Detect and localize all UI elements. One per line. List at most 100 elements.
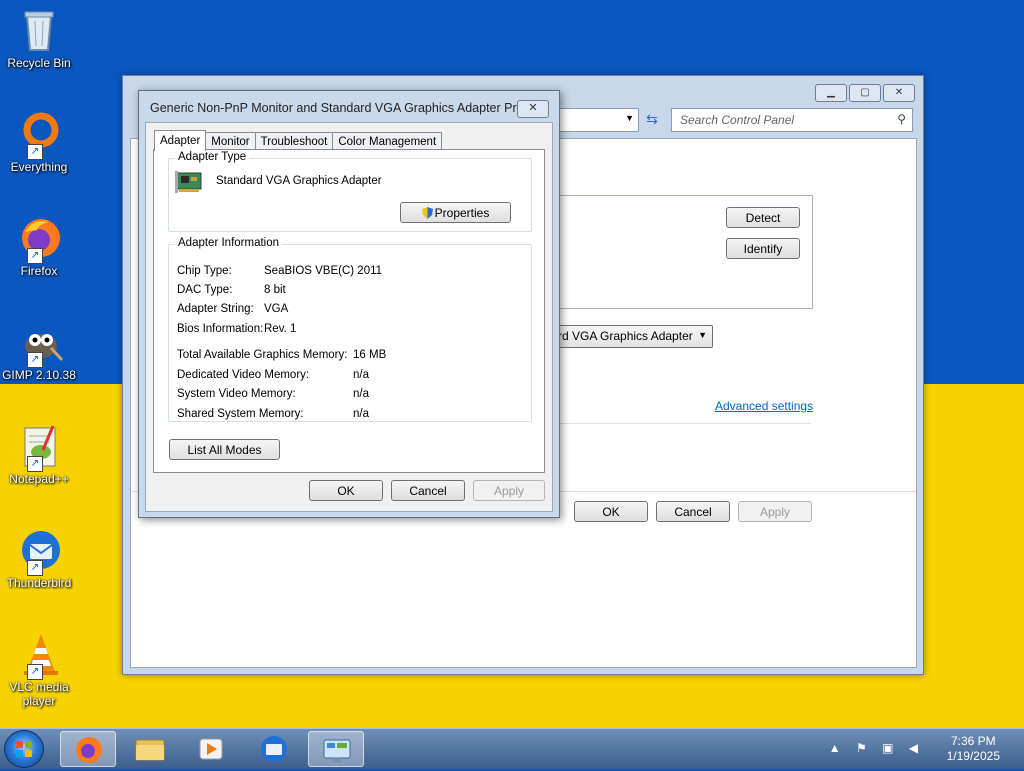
dialog-body: Adapter Monitor Troubleshoot Color Manag… — [145, 122, 553, 512]
memory-value: n/a — [353, 408, 369, 420]
notepad-plus-plus-icon: ↗ — [15, 422, 63, 472]
desktop-icon-label: Thunderbird — [6, 576, 72, 590]
info-value: 8 bit — [264, 284, 286, 296]
search-placeholder: Search Control Panel — [680, 113, 795, 127]
shortcut-arrow-icon: ↗ — [27, 456, 43, 472]
properties-button[interactable]: Properties — [400, 202, 511, 223]
search-input[interactable]: Search Control Panel ⚲ — [671, 108, 913, 132]
clock[interactable]: 7:36 PM 1/19/2025 — [947, 734, 1000, 764]
apply-button[interactable]: Apply — [738, 501, 812, 522]
memory-value: n/a — [353, 388, 369, 400]
show-hidden-icons-icon[interactable]: ▲ — [829, 741, 847, 755]
shortcut-arrow-icon: ↗ — [27, 560, 43, 576]
chevron-down-icon: ▼ — [698, 330, 707, 340]
dialog-close-button[interactable]: ✕ — [517, 100, 549, 118]
clock-time: 7:36 PM — [950, 734, 996, 748]
desktop-icon-everything[interactable]: ↗ Everything — [2, 110, 76, 174]
taskbar-firefox[interactable] — [60, 731, 116, 767]
info-value: SeaBIOS VBE(C) 2011 — [264, 265, 383, 277]
adapter-name: Standard VGA Graphics Adapter — [216, 175, 382, 187]
list-all-modes-button[interactable]: List All Modes — [169, 439, 280, 460]
memory-label: Dedicated Video Memory: — [177, 369, 310, 381]
action-center-icon[interactable]: ⚑ — [856, 741, 873, 755]
detect-button[interactable]: Detect — [726, 207, 800, 228]
taskbar-thunderbird[interactable] — [246, 731, 302, 767]
memory-label: System Video Memory: — [177, 388, 296, 400]
display-select[interactable]: rd VGA Graphics Adapter ▼ — [551, 325, 713, 348]
gimp-icon: ↗ — [15, 318, 64, 368]
desktop-icon-label: GIMP 2.10.38 — [2, 368, 76, 382]
clock-date: 1/19/2025 — [946, 749, 1000, 763]
network-icon[interactable]: ▣ — [882, 741, 899, 755]
ok-button[interactable]: OK — [574, 501, 648, 522]
graphics-card-icon — [175, 169, 205, 195]
shortcut-arrow-icon: ↗ — [27, 248, 43, 264]
thunderbird-icon: ↗ — [15, 526, 63, 576]
start-button[interactable] — [4, 730, 44, 768]
cancel-button[interactable]: Cancel — [656, 501, 730, 522]
info-label: Chip Type: — [177, 265, 232, 277]
memory-label: Total Available Graphics Memory: — [177, 349, 348, 361]
minimize-button[interactable]: ▁ — [815, 84, 847, 102]
adapter-tab-pane: Adapter Type Standard VGA Graphics Adapt… — [153, 149, 545, 473]
divider — [551, 423, 811, 424]
memory-label: Shared System Memory: — [177, 408, 304, 420]
taskbar: ▲ ⚑ ▣ ◀ 7:36 PM 1/19/2025 — [0, 728, 1024, 769]
info-value: Rev. 1 — [264, 323, 297, 335]
desktop-icon-label: Recycle Bin — [7, 56, 71, 70]
desktop-icon-vlc[interactable]: ↗ VLC media player — [2, 630, 76, 708]
adapter-information-legend: Adapter Information — [175, 237, 283, 249]
memory-value: n/a — [353, 369, 369, 381]
tab-adapter[interactable]: Adapter — [154, 130, 207, 151]
chevron-down-icon[interactable]: ▼ — [625, 113, 634, 123]
recycle-bin-icon — [15, 6, 63, 54]
display-settings-icon — [323, 739, 351, 762]
desktop-icon-thunderbird[interactable]: ↗ Thunderbird — [2, 526, 76, 590]
desktop-icon-notepadpp[interactable]: ↗ Notepad++ — [2, 422, 76, 486]
desktop-icon-gimp[interactable]: ↗ GIMP 2.10.38 — [2, 318, 76, 382]
shortcut-arrow-icon: ↗ — [27, 352, 43, 368]
media-player-icon — [199, 738, 223, 760]
info-label: DAC Type: — [177, 284, 233, 296]
dialog-cancel-button[interactable]: Cancel — [391, 480, 465, 501]
system-tray: ▲ ⚑ ▣ ◀ — [829, 741, 924, 755]
volume-icon[interactable]: ◀ — [909, 741, 924, 755]
folder-icon — [135, 739, 165, 761]
refresh-icon[interactable]: ⇆ — [641, 108, 663, 130]
firefox-icon: ↗ — [15, 214, 63, 264]
desktop-icon-label: VLC media player — [9, 680, 69, 708]
identify-button[interactable]: Identify — [726, 238, 800, 259]
memory-value: 16 MB — [353, 349, 387, 361]
maximize-button[interactable]: ▢ — [849, 84, 881, 102]
vlc-cone-icon: ↗ — [15, 630, 63, 680]
dialog-apply-button[interactable]: Apply — [473, 480, 545, 501]
tab-strip: Adapter Monitor Troubleshoot Color Manag… — [154, 130, 443, 151]
properties-label: Properties — [434, 206, 490, 220]
display-select-value: rd VGA Graphics Adapter — [558, 329, 693, 343]
shield-icon — [421, 205, 433, 219]
dialog-ok-button[interactable]: OK — [309, 480, 383, 501]
taskbar-control-panel[interactable] — [308, 731, 364, 767]
windows-logo-icon — [16, 741, 32, 757]
desktop-icon-label: Everything — [10, 160, 68, 174]
desktop-icon-firefox[interactable]: ↗ Firefox — [2, 214, 76, 278]
taskbar-file-explorer[interactable] — [122, 731, 178, 767]
adapter-properties-dialog: Generic Non-PnP Monitor and Standard VGA… — [138, 90, 560, 518]
info-label: Adapter String: — [177, 303, 254, 315]
adapter-information-group: Adapter Information Chip Type: SeaBIOS V… — [168, 237, 532, 422]
dialog-title: Generic Non-PnP Monitor and Standard VGA… — [150, 101, 535, 115]
shortcut-arrow-icon: ↗ — [27, 144, 43, 160]
info-value: VGA — [264, 303, 289, 315]
thunderbird-icon — [261, 736, 287, 762]
close-button[interactable]: ✕ — [883, 84, 915, 102]
search-icon: ⚲ — [897, 112, 906, 126]
desktop-icon-recycle-bin[interactable]: Recycle Bin — [2, 6, 76, 70]
adapter-type-group: Adapter Type Standard VGA Graphics Adapt… — [168, 151, 532, 232]
advanced-settings-link[interactable]: Advanced settings — [715, 399, 813, 413]
desktop-icon-label: Firefox — [20, 264, 58, 278]
everything-app-icon: ↗ — [15, 110, 63, 160]
taskbar-media-player[interactable] — [184, 731, 240, 767]
address-bar[interactable]: ▼ — [553, 108, 639, 132]
shortcut-arrow-icon: ↗ — [27, 664, 43, 680]
desktop-icon-label: Notepad++ — [9, 472, 69, 486]
